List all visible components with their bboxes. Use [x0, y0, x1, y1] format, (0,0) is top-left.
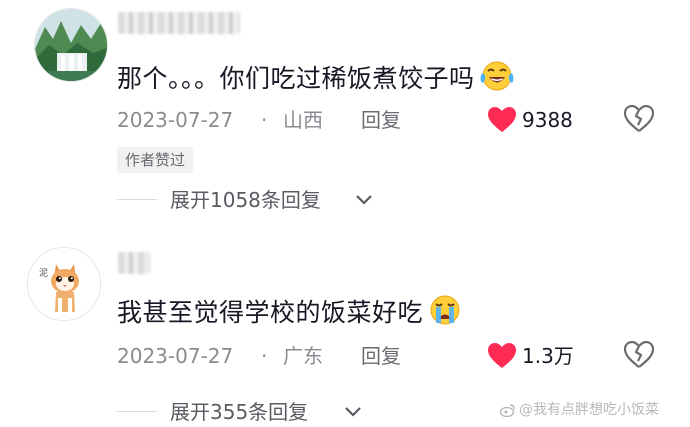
watermark-text: @我有点胖想吃小饭菜 — [519, 402, 659, 418]
meta-separator: · — [261, 344, 268, 368]
comment-text-content: 那个。。。你们吃过稀饭煮饺子吗 — [117, 64, 475, 93]
like-button[interactable]: 9388 — [487, 105, 587, 135]
crying-emoji-icon — [430, 295, 460, 325]
avatar[interactable]: 泥 — [27, 247, 101, 321]
author-liked-badge: 作者赞过 — [117, 147, 194, 173]
dislike-button[interactable] — [623, 104, 655, 135]
avatar[interactable] — [34, 8, 108, 82]
heart-icon — [488, 107, 516, 132]
reply-button[interactable]: 回复 — [361, 344, 401, 368]
comment-text-content: 我甚至觉得学校的饭菜好吃 — [117, 298, 424, 327]
avatar-mark: 泥 — [39, 268, 48, 279]
expand-divider — [117, 199, 157, 200]
broken-heart-icon — [623, 340, 655, 368]
like-button[interactable]: 1.3万 — [487, 341, 587, 371]
cat-avatar-image: 泥 — [28, 248, 100, 320]
expand-replies-label: 展开355条回复 — [170, 400, 309, 424]
like-count: 1.3万 — [522, 344, 574, 368]
comment-item: 泥 我甚至觉得学校的饭菜好吃 2023-07-27 · 广东 回复 1.3万 展… — [0, 235, 690, 427]
comment-location: 山西 — [283, 108, 323, 132]
tears-of-joy-emoji-icon — [480, 61, 514, 91]
expand-replies[interactable]: 展开355条回复 — [117, 399, 377, 425]
comment-date: 2023-07-27 — [117, 344, 234, 368]
comment-text: 那个。。。你们吃过稀饭煮饺子吗 — [117, 59, 515, 94]
heart-icon — [488, 343, 516, 368]
chevron-down-icon — [356, 195, 372, 205]
landscape-avatar-image — [35, 9, 107, 81]
dislike-button[interactable] — [623, 340, 655, 371]
expand-divider — [117, 411, 157, 412]
comment-date: 2023-07-27 — [117, 108, 234, 132]
username[interactable] — [118, 252, 150, 274]
chevron-down-icon — [345, 407, 361, 417]
comment-location: 广东 — [283, 344, 323, 368]
broken-heart-icon — [623, 104, 655, 132]
weibo-icon — [500, 404, 515, 417]
expand-replies-label: 展开1058条回复 — [170, 188, 321, 212]
comment-text: 我甚至觉得学校的饭菜好吃 — [117, 293, 463, 328]
like-count: 9388 — [522, 108, 573, 132]
expand-replies[interactable]: 展开1058条回复 — [117, 187, 387, 213]
meta-separator: · — [261, 108, 268, 132]
comment-item: 那个。。。你们吃过稀饭煮饺子吗 2023-07-27 · 山西 回复 9388 … — [0, 0, 690, 225]
username[interactable] — [118, 12, 240, 34]
reply-button[interactable]: 回复 — [361, 108, 401, 132]
